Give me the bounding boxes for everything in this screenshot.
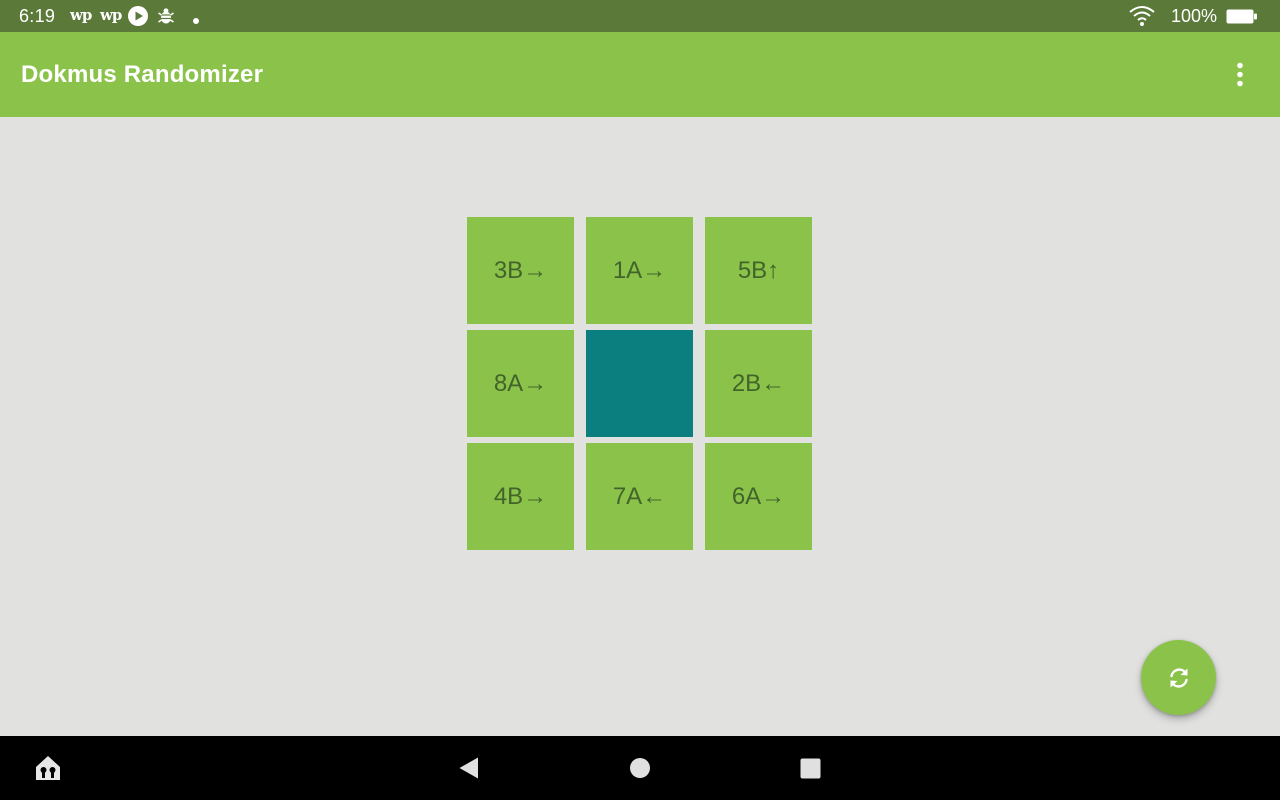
- recents-icon: [800, 758, 821, 779]
- navigation-bar: [0, 736, 1280, 800]
- tile-label: 5B↑: [737, 256, 780, 284]
- empty-tile[interactable]: [586, 330, 693, 437]
- refresh-button[interactable]: [1141, 640, 1216, 715]
- grid-tile[interactable]: 7A←: [586, 443, 693, 550]
- home-icon[interactable]: [33, 753, 63, 788]
- more-vert-icon: [1237, 62, 1243, 87]
- app-title: Dokmus Randomizer: [21, 61, 264, 88]
- back-button[interactable]: [457, 756, 481, 785]
- wp-notification-icon: wp: [100, 6, 122, 24]
- app-screen: 6:19 wp wp 100% Dokmus Randomizer 3B→ 1A…: [0, 0, 1280, 800]
- app-bar: Dokmus Randomizer: [0, 32, 1280, 117]
- tile-label: 4B→: [493, 482, 548, 510]
- tile-label: 7A←: [612, 482, 667, 510]
- recents-button[interactable]: [800, 758, 821, 784]
- tile-label: 2B←: [731, 369, 786, 397]
- battery-icon: [1226, 9, 1258, 29]
- grid-tile[interactable]: 3B→: [467, 217, 574, 324]
- status-time: 6:19: [19, 6, 56, 26]
- grid-tile[interactable]: 6A→: [705, 443, 812, 550]
- dot-icon: [192, 12, 200, 30]
- grid-tile[interactable]: 5B↑: [705, 217, 812, 324]
- wifi-icon: [1128, 5, 1156, 32]
- grid-tile[interactable]: 1A→: [586, 217, 693, 324]
- tile-label: 8A→: [493, 369, 548, 397]
- grid-tile[interactable]: 8A→: [467, 330, 574, 437]
- tile-label: 3B→: [493, 256, 548, 284]
- tile-label: 1A→: [612, 256, 667, 284]
- home-button[interactable]: [629, 757, 651, 784]
- grid-tile[interactable]: 4B→: [467, 443, 574, 550]
- tile-label: 6A→: [731, 482, 786, 510]
- battery-percent: 100%: [1171, 6, 1218, 26]
- bug-icon: [157, 7, 175, 30]
- wp-notification-icon: wp: [70, 6, 92, 24]
- grid-tile[interactable]: 2B←: [705, 330, 812, 437]
- refresh-icon: [1169, 667, 1188, 688]
- home-circle-icon: [630, 758, 650, 778]
- back-icon: [459, 757, 478, 779]
- overflow-menu-button[interactable]: [1220, 54, 1260, 94]
- status-bar: 6:19 wp wp 100%: [0, 0, 1280, 32]
- play-icon: [127, 5, 149, 32]
